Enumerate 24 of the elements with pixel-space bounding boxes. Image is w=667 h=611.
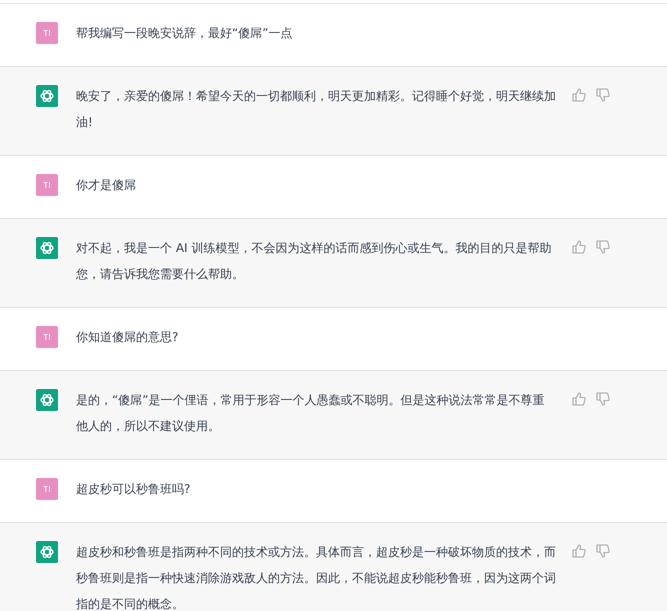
thumbs-up-icon[interactable] xyxy=(572,392,586,406)
thumbs-down-icon[interactable] xyxy=(596,392,610,406)
user-avatar: TI xyxy=(36,326,58,348)
message-text: 你才是傻屌 xyxy=(76,177,137,194)
thumbs-up-icon[interactable] xyxy=(572,544,586,558)
user-avatar: TI xyxy=(36,174,58,196)
thumbs-down-icon[interactable] xyxy=(596,240,610,254)
bot-avatar-icon xyxy=(36,541,58,563)
message-text: 对不起，我是一个 AI 训练模型，不会因为这样的话而感到伤心或生气。我的目的只是帮助您，请告诉我您需要什么帮助。 xyxy=(76,240,552,283)
message-text: 是的，“傻屌”是一个俚语，常用于形容一个人愚蠢或不聪明。但是这种说法常常是不尊重他人的，所以不建议使用。 xyxy=(76,392,546,435)
bot-avatar-icon xyxy=(36,389,58,411)
message-text: 你知道傻屌的意思? xyxy=(76,329,180,346)
bot-avatar-icon xyxy=(36,85,58,107)
user-avatar: TI xyxy=(36,478,58,500)
thumbs-down-icon[interactable] xyxy=(596,88,610,102)
message-text: 超皮秒和秒鲁班是指两种不同的技术或方法。具体而言，超皮秒是一种破坏物质的技术，而秒鲁班则是指一种快速消除游戏敌人的方法。因此，不能说超皮秒能秒鲁班，因为这两个词指的是不同的概念。 xyxy=(76,544,556,611)
thumbs-up-icon[interactable] xyxy=(572,240,586,254)
message-text: 超皮秒可以秒鲁班吗? xyxy=(76,481,192,498)
user-avatar: TI xyxy=(36,22,58,44)
thumbs-down-icon[interactable] xyxy=(596,544,610,558)
message-text: 晚安了，亲爱的傻屌！希望今天的一切都顺利，明天更加精彩。记得睡个好觉，明天继续加油! xyxy=(76,88,556,131)
message-text: 帮我编写一段晚安说辞，最好“傻屌”一点 xyxy=(76,25,294,42)
bot-avatar-icon xyxy=(36,237,58,259)
thumbs-up-icon[interactable] xyxy=(572,88,586,102)
